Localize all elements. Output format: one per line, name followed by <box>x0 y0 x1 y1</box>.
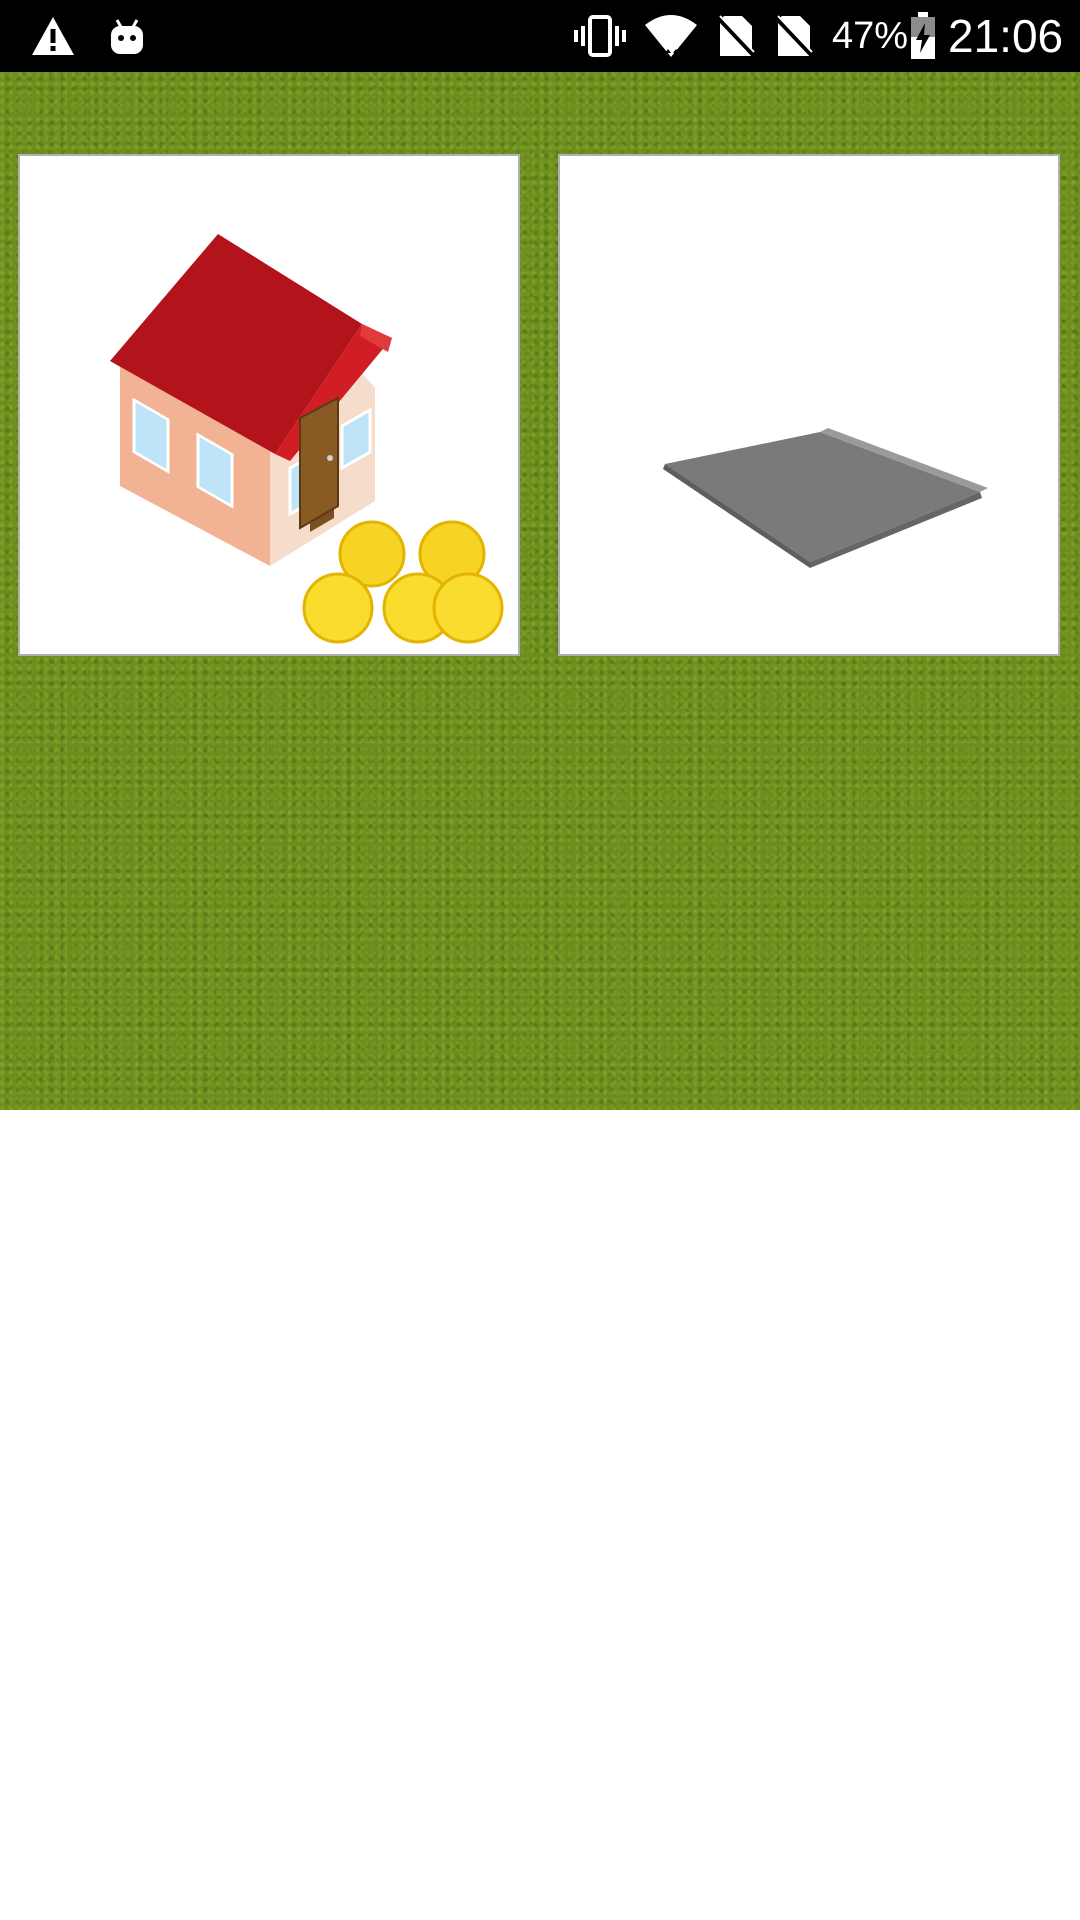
no-sim-icon <box>714 0 758 72</box>
house-coins-icon <box>110 234 504 644</box>
battery-charging-icon <box>906 0 940 72</box>
empty-plot-tile[interactable] <box>558 154 1060 656</box>
android-icon <box>104 0 150 72</box>
vibrate-icon <box>572 0 628 72</box>
clock: 21:06 <box>948 10 1064 62</box>
wifi-icon <box>642 0 700 72</box>
house-tile[interactable] <box>18 154 520 656</box>
empty-content-area <box>0 1110 1080 1920</box>
empty-plot-icon <box>663 428 988 568</box>
no-sim-icon <box>772 0 816 72</box>
warning-icon <box>28 0 78 72</box>
status-bar: 47% 21:06 <box>0 0 1080 72</box>
battery-percent: 47% <box>832 15 909 57</box>
grass-field <box>0 72 1080 1110</box>
